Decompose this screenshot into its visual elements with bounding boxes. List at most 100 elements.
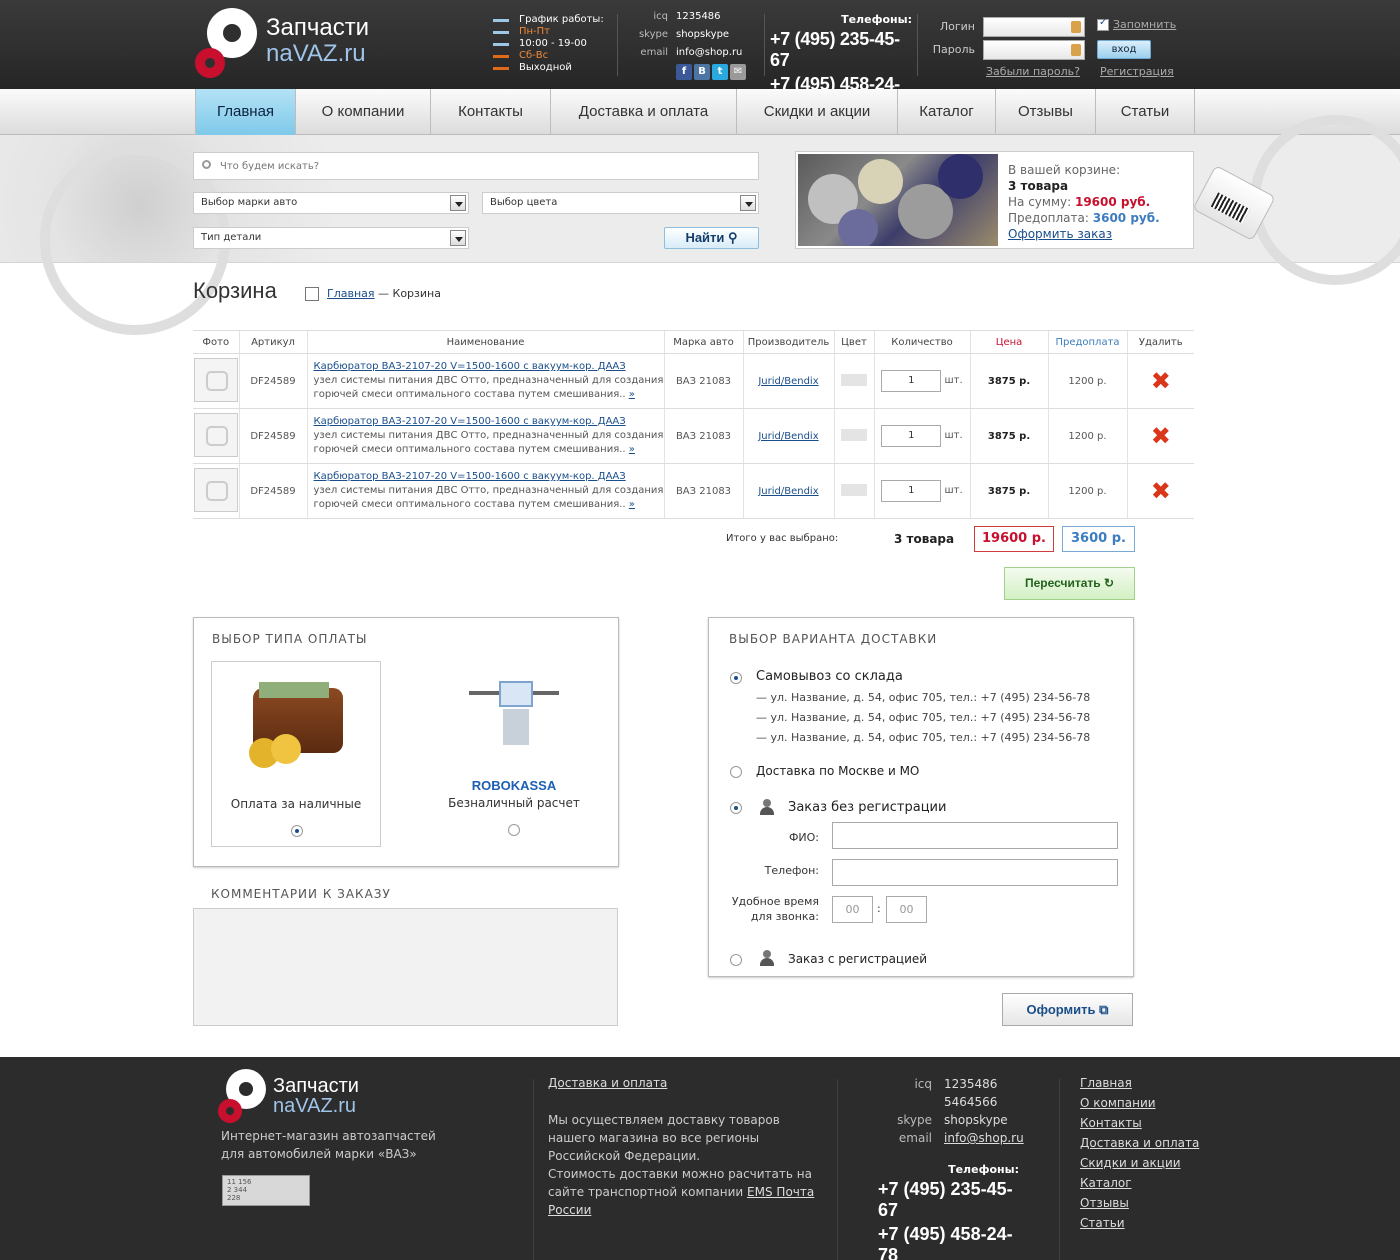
payment-option-cashless[interactable]: ROBOKASSA Безналичный расчет bbox=[429, 661, 599, 847]
register-link[interactable]: Регистрация bbox=[1100, 65, 1174, 78]
maker-link[interactable]: Jurid/Bendix bbox=[758, 376, 818, 387]
qty-cell: 1 шт. bbox=[873, 408, 970, 464]
footer-menu-link[interactable]: Отзывы bbox=[1080, 1193, 1199, 1213]
forgot-password-link[interactable]: Забыли пароль? bbox=[986, 65, 1080, 78]
delete-icon[interactable]: ✖ bbox=[1151, 479, 1171, 503]
search-input[interactable] bbox=[220, 158, 740, 174]
footer-delivery-link[interactable]: Доставка и оплата bbox=[548, 1076, 667, 1090]
site-logo[interactable]: Запчасти naVAZ.ru bbox=[195, 8, 405, 78]
no-registration-radio[interactable] bbox=[730, 802, 742, 814]
prepay-cell: 1200 р. bbox=[1047, 353, 1127, 409]
quantity-input[interactable]: 1 bbox=[881, 480, 942, 502]
nav-item[interactable]: Доставка и оплата bbox=[551, 89, 737, 135]
breadcrumb-home[interactable]: Главная bbox=[327, 287, 375, 300]
price-cell: 3875 р. bbox=[969, 408, 1048, 464]
payment-cashless-radio[interactable] bbox=[508, 824, 520, 836]
comment-textarea[interactable] bbox=[193, 908, 618, 1026]
login-label: Логин bbox=[939, 20, 975, 33]
delete-icon[interactable]: ✖ bbox=[1151, 424, 1171, 448]
payment-cash-radio[interactable] bbox=[291, 825, 303, 837]
remember-checkbox[interactable] bbox=[1097, 17, 1109, 31]
col-qty: Количество bbox=[873, 330, 970, 354]
visit-counter[interactable]: 11 156 2 344 228 bbox=[222, 1175, 310, 1206]
nav-item[interactable]: Главная bbox=[196, 89, 296, 135]
find-button[interactable]: Найти ⚲ bbox=[664, 227, 759, 249]
vkontakte-icon[interactable]: B bbox=[694, 64, 710, 80]
nav-item[interactable]: Отзывы bbox=[996, 89, 1096, 135]
login-button[interactable]: вход bbox=[1097, 40, 1151, 59]
login-input[interactable] bbox=[983, 17, 1085, 37]
footer-delivery-text: Мы осуществляем доставку товаров нашего … bbox=[548, 1111, 823, 1219]
col-delete: Удалить bbox=[1126, 330, 1194, 354]
product-link[interactable]: Карбюратор ВАЗ-2107-20 V=1500-1600 с вак… bbox=[314, 471, 626, 482]
recalculate-button[interactable]: Пересчитать ↻ bbox=[1004, 567, 1135, 600]
color-cell bbox=[833, 408, 874, 464]
facebook-icon[interactable]: f bbox=[676, 64, 692, 80]
nav-item[interactable]: Скидки и акции bbox=[737, 89, 898, 135]
twitter-icon[interactable]: t bbox=[712, 64, 728, 80]
call-time-from[interactable]: 00 bbox=[832, 896, 873, 923]
password-input[interactable] bbox=[983, 40, 1085, 60]
more-link[interactable]: » bbox=[629, 499, 635, 510]
footer-menu-link[interactable]: Доставка и оплата bbox=[1080, 1133, 1199, 1153]
call-time-to[interactable]: 00 bbox=[886, 896, 927, 923]
skype-label: skype bbox=[638, 29, 668, 40]
footer-logo[interactable]: Запчасти naVAZ.ru bbox=[218, 1069, 398, 1123]
maker-link[interactable]: Jurid/Bendix bbox=[758, 486, 818, 497]
nav-item[interactable]: Контакты bbox=[431, 89, 551, 135]
cart-title: В вашей корзине: bbox=[1008, 163, 1121, 177]
checkout-link[interactable]: Оформить заказ bbox=[1008, 227, 1112, 241]
nav-item[interactable]: Статьи bbox=[1096, 89, 1195, 135]
product-link[interactable]: Карбюратор ВАЗ-2107-20 V=1500-1600 с вак… bbox=[314, 361, 626, 372]
footer-description: Интернет-магазин автозапчастей для автом… bbox=[221, 1129, 436, 1161]
recalculate-label: Пересчитать bbox=[1024, 576, 1101, 590]
pickup-radio[interactable] bbox=[730, 672, 742, 684]
payment-title: ВЫБОР ТИПА ОПЛАТЫ bbox=[212, 632, 368, 646]
mail-icon[interactable]: ✉ bbox=[730, 64, 746, 80]
col-maker: Производитель bbox=[742, 330, 834, 354]
search-icon: ⚲ bbox=[728, 230, 738, 245]
color-select[interactable]: Выбор цвета bbox=[482, 192, 759, 214]
nav-item[interactable]: О компании bbox=[296, 89, 431, 135]
camera-icon[interactable] bbox=[193, 357, 238, 402]
phone-input[interactable] bbox=[832, 859, 1118, 886]
quantity-input[interactable]: 1 bbox=[881, 425, 942, 447]
remember-label[interactable]: Запомнить bbox=[1113, 18, 1176, 31]
camera-icon[interactable] bbox=[193, 412, 238, 457]
work-schedule: График работы: Пн-Пт 10:00 - 19-00 Сб-Вс… bbox=[493, 14, 613, 74]
brand-select[interactable]: Выбор марки авто bbox=[193, 192, 469, 214]
unit-label: шт. bbox=[944, 485, 963, 496]
fio-input[interactable] bbox=[832, 822, 1118, 849]
footer-email-link[interactable]: info@shop.ru bbox=[944, 1129, 1024, 1147]
footer-menu-link[interactable]: Контакты bbox=[1080, 1113, 1199, 1133]
footer-menu-link[interactable]: Скидки и акции bbox=[1080, 1153, 1199, 1173]
chevron-down-icon[interactable] bbox=[740, 195, 756, 211]
brand-cell: ВАЗ 21083 bbox=[663, 408, 743, 464]
email-value[interactable]: info@shop.ru bbox=[676, 47, 742, 58]
article-cell: DF24589 bbox=[238, 463, 307, 519]
part-type-select[interactable]: Тип детали bbox=[193, 227, 469, 249]
search-box[interactable] bbox=[193, 152, 759, 180]
quantity-input[interactable]: 1 bbox=[881, 370, 942, 392]
product-link[interactable]: Карбюратор ВАЗ-2107-20 V=1500-1600 с вак… bbox=[314, 416, 626, 427]
payment-option-cash[interactable]: Оплата за наличные bbox=[211, 661, 381, 847]
with-registration-radio[interactable] bbox=[730, 954, 742, 966]
chevron-down-icon[interactable] bbox=[450, 230, 466, 246]
footer-email-label: email bbox=[898, 1131, 932, 1145]
footer-menu-link[interactable]: Главная bbox=[1080, 1073, 1199, 1093]
checkout-button[interactable]: Оформить ⧉ bbox=[1002, 993, 1133, 1026]
photo-cell bbox=[193, 463, 239, 519]
footer-menu-link[interactable]: О компании bbox=[1080, 1093, 1199, 1113]
footer-menu-link[interactable]: Каталог bbox=[1080, 1173, 1199, 1193]
maker-link[interactable]: Jurid/Bendix bbox=[758, 431, 818, 442]
footer-divider bbox=[1059, 1079, 1060, 1260]
nav-item[interactable]: Каталог bbox=[898, 89, 996, 135]
moscow-delivery-radio[interactable] bbox=[730, 766, 742, 778]
delete-icon[interactable]: ✖ bbox=[1151, 369, 1171, 393]
chevron-down-icon[interactable] bbox=[450, 195, 466, 211]
camera-icon[interactable] bbox=[193, 467, 238, 512]
footer-menu-link[interactable]: Статьи bbox=[1080, 1213, 1199, 1233]
lock-icon bbox=[1071, 44, 1081, 56]
more-link[interactable]: » bbox=[629, 389, 635, 400]
more-link[interactable]: » bbox=[629, 444, 635, 455]
